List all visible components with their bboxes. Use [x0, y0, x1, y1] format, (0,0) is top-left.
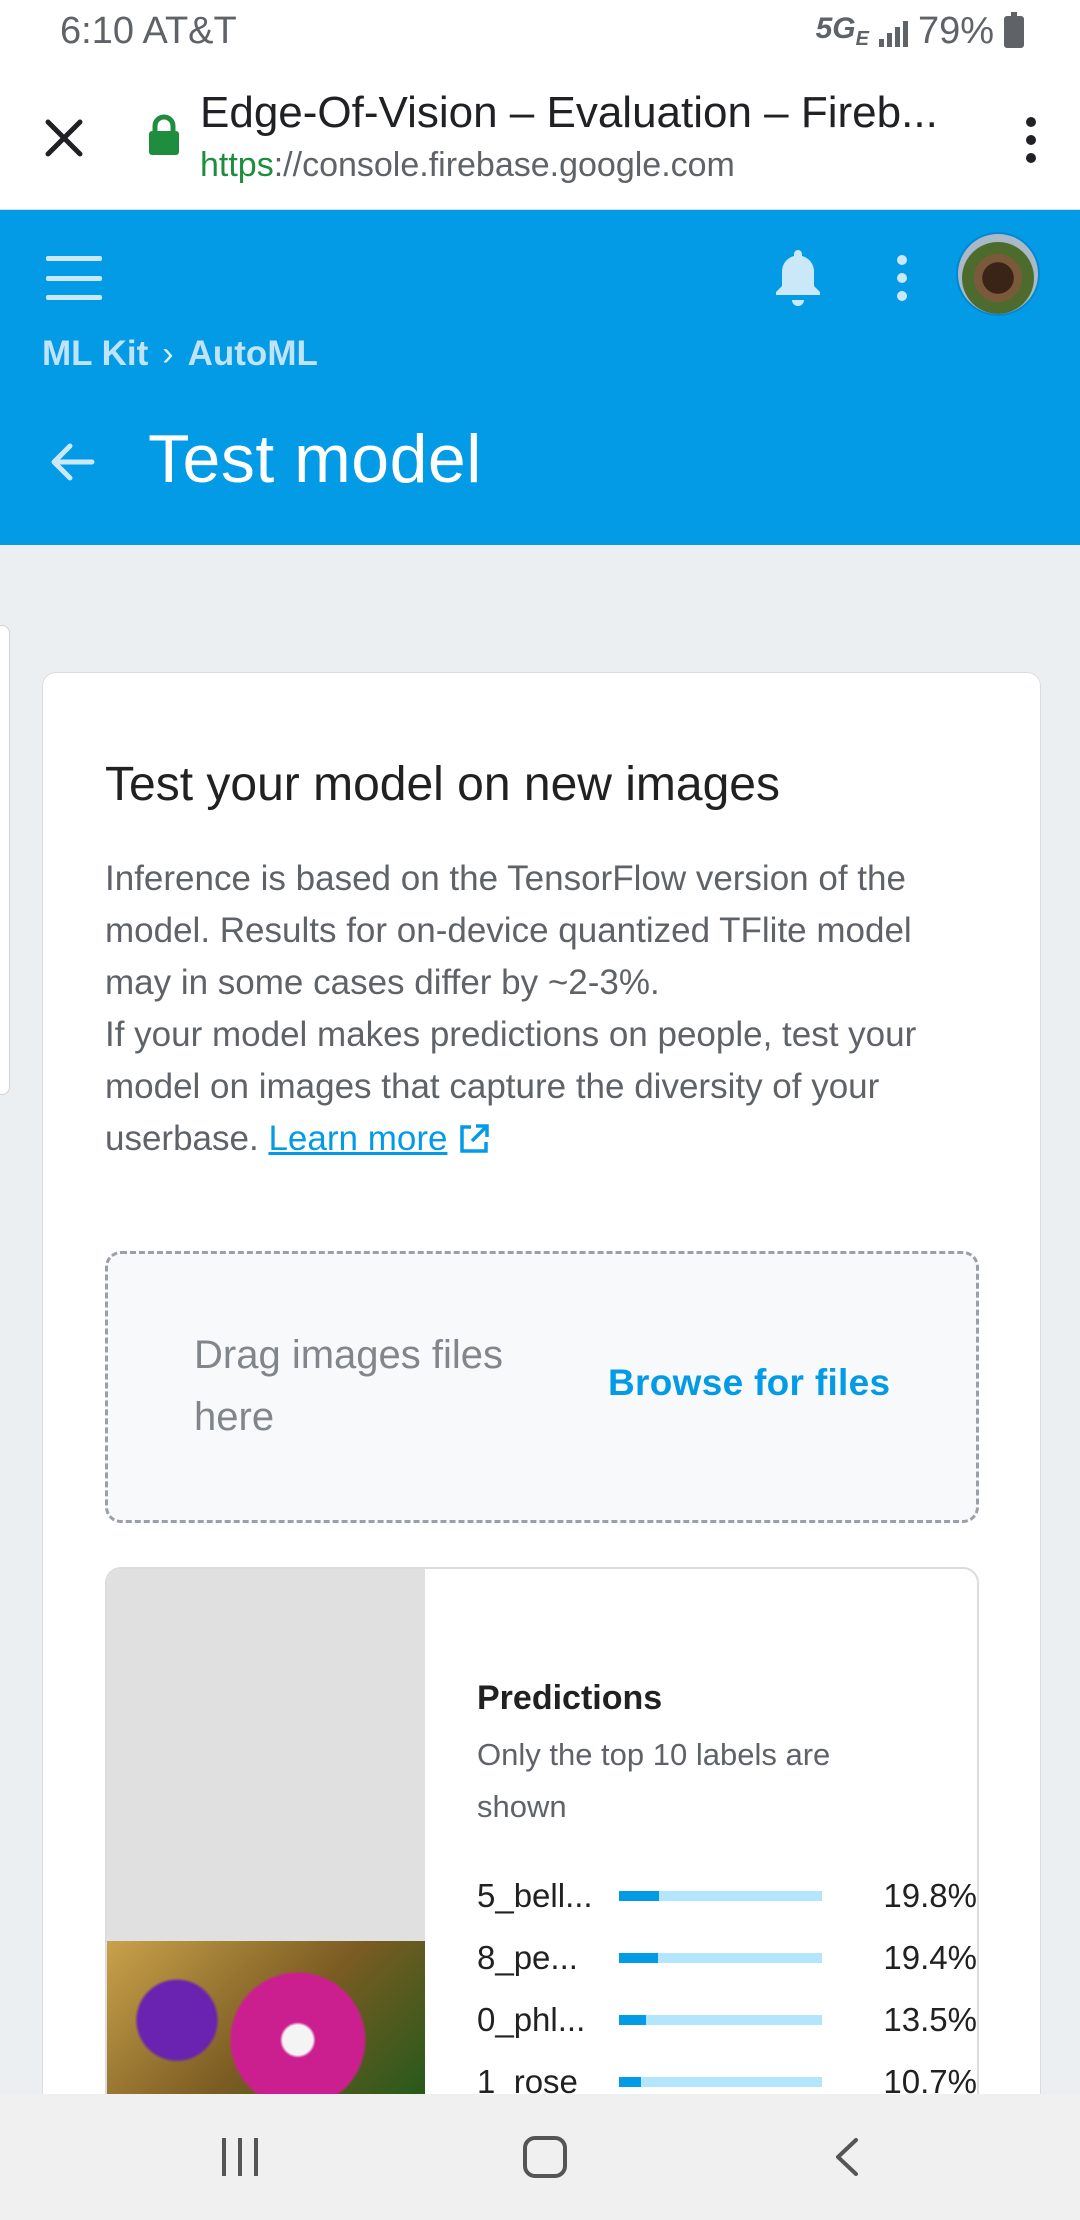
- home-button[interactable]: [523, 2136, 567, 2178]
- predictions-subtitle: Only the top 10 labels are shown: [477, 1737, 831, 1824]
- status-bar: 6:10 AT&T 5GE 79%: [0, 0, 1080, 66]
- prediction-value: 13.5%: [883, 2001, 977, 2038]
- recents-icon: [222, 2138, 226, 2176]
- side-card-edge: [0, 625, 10, 1095]
- url-bar[interactable]: https://console.firebase.google.com: [200, 146, 735, 185]
- url-separator: ://: [273, 146, 303, 184]
- recents-button[interactable]: [222, 2138, 258, 2176]
- prediction-label: 0_phl...: [477, 2001, 586, 2038]
- card-desc-line-2: If your model makes predictions on peopl…: [105, 1009, 985, 1165]
- image-dropzone[interactable]: Drag images files here Browse for files: [105, 1251, 979, 1523]
- prediction-bar: [619, 1953, 822, 1963]
- prediction-value: 19.4%: [883, 1939, 977, 1976]
- test-model-card: Test your model on new images Inference …: [42, 672, 1041, 2220]
- status-clock: 6:10: [60, 10, 134, 52]
- header-more-button[interactable]: [882, 250, 922, 306]
- card-description: Inference is based on the TensorFlow ver…: [105, 853, 985, 1165]
- status-indicators: 5GE 79%: [816, 10, 1024, 53]
- more-vert-icon: [1026, 117, 1036, 127]
- page-title: Edge-Of-Vision – Evaluation – Fireb...: [200, 88, 938, 137]
- prediction-row: 0_phl... 13.5%: [477, 1993, 977, 2043]
- breadcrumb-automl[interactable]: AutoML: [188, 334, 318, 374]
- header-title: Test model: [148, 421, 482, 497]
- browse-files-button[interactable]: Browse for files: [608, 1362, 890, 1404]
- prediction-bar: [619, 2077, 822, 2087]
- avatar[interactable]: [956, 232, 1040, 316]
- predictions-title: Predictions: [477, 1679, 663, 1717]
- prediction-bar-fill: [619, 2077, 641, 2087]
- learn-more-link[interactable]: Learn more: [268, 1119, 447, 1158]
- prediction-label: 5_bell...: [477, 1877, 593, 1914]
- nav-back-button[interactable]: [828, 2136, 868, 2178]
- dropzone-text: Drag images files here: [194, 1333, 504, 1439]
- prediction-label: 8_pe...: [477, 1939, 578, 1976]
- prediction-bar-fill: [619, 1953, 659, 1963]
- prediction-bar: [619, 2015, 822, 2025]
- prediction-bar: [619, 1891, 822, 1901]
- status-carrier: AT&T: [142, 10, 237, 52]
- menu-button[interactable]: [46, 256, 102, 300]
- prediction-row: 8_pe... 19.4%: [477, 1931, 977, 1981]
- card-desc-line-1: Inference is based on the TensorFlow ver…: [105, 859, 912, 1002]
- prediction-row: 5_bell... 19.8%: [477, 1869, 977, 1919]
- network-label: 5G: [815, 12, 856, 45]
- console-header: ML Kit › AutoML Test model: [0, 210, 1080, 545]
- card-desc-line-2-text: If your model makes predictions on peopl…: [105, 1015, 917, 1158]
- close-icon: [45, 119, 83, 157]
- breadcrumb: ML Kit › AutoML: [42, 334, 318, 374]
- battery-percent: 79%: [917, 10, 994, 52]
- close-tab-button[interactable]: [32, 106, 96, 170]
- browser-toolbar: Edge-Of-Vision – Evaluation – Fireb... h…: [0, 66, 1080, 210]
- prediction-bar-fill: [619, 1891, 660, 1901]
- external-link-icon[interactable]: [457, 1122, 491, 1156]
- breadcrumb-ml-kit[interactable]: ML Kit: [42, 334, 148, 374]
- system-nav-bar: [0, 2094, 1080, 2220]
- chevron-right-icon: ›: [162, 334, 174, 373]
- lock-icon: [149, 114, 179, 155]
- prediction-value: 19.8%: [883, 1877, 977, 1914]
- status-time: 6:10 AT&T: [60, 10, 237, 53]
- browser-menu-button[interactable]: [1006, 110, 1056, 170]
- bell-icon[interactable]: [770, 246, 826, 310]
- signal-icon: [878, 17, 908, 47]
- url-host: console.firebase.google.com: [302, 146, 735, 184]
- url-scheme: https: [200, 146, 274, 184]
- menu-icon: [46, 256, 102, 261]
- battery-icon: [1004, 11, 1024, 48]
- network-type: 5GE: [816, 12, 869, 51]
- card-title: Test your model on new images: [105, 758, 780, 811]
- more-vert-icon: [897, 255, 907, 265]
- network-sub: E: [855, 28, 869, 50]
- back-arrow-icon[interactable]: [46, 436, 98, 488]
- prediction-bar-fill: [619, 2015, 647, 2025]
